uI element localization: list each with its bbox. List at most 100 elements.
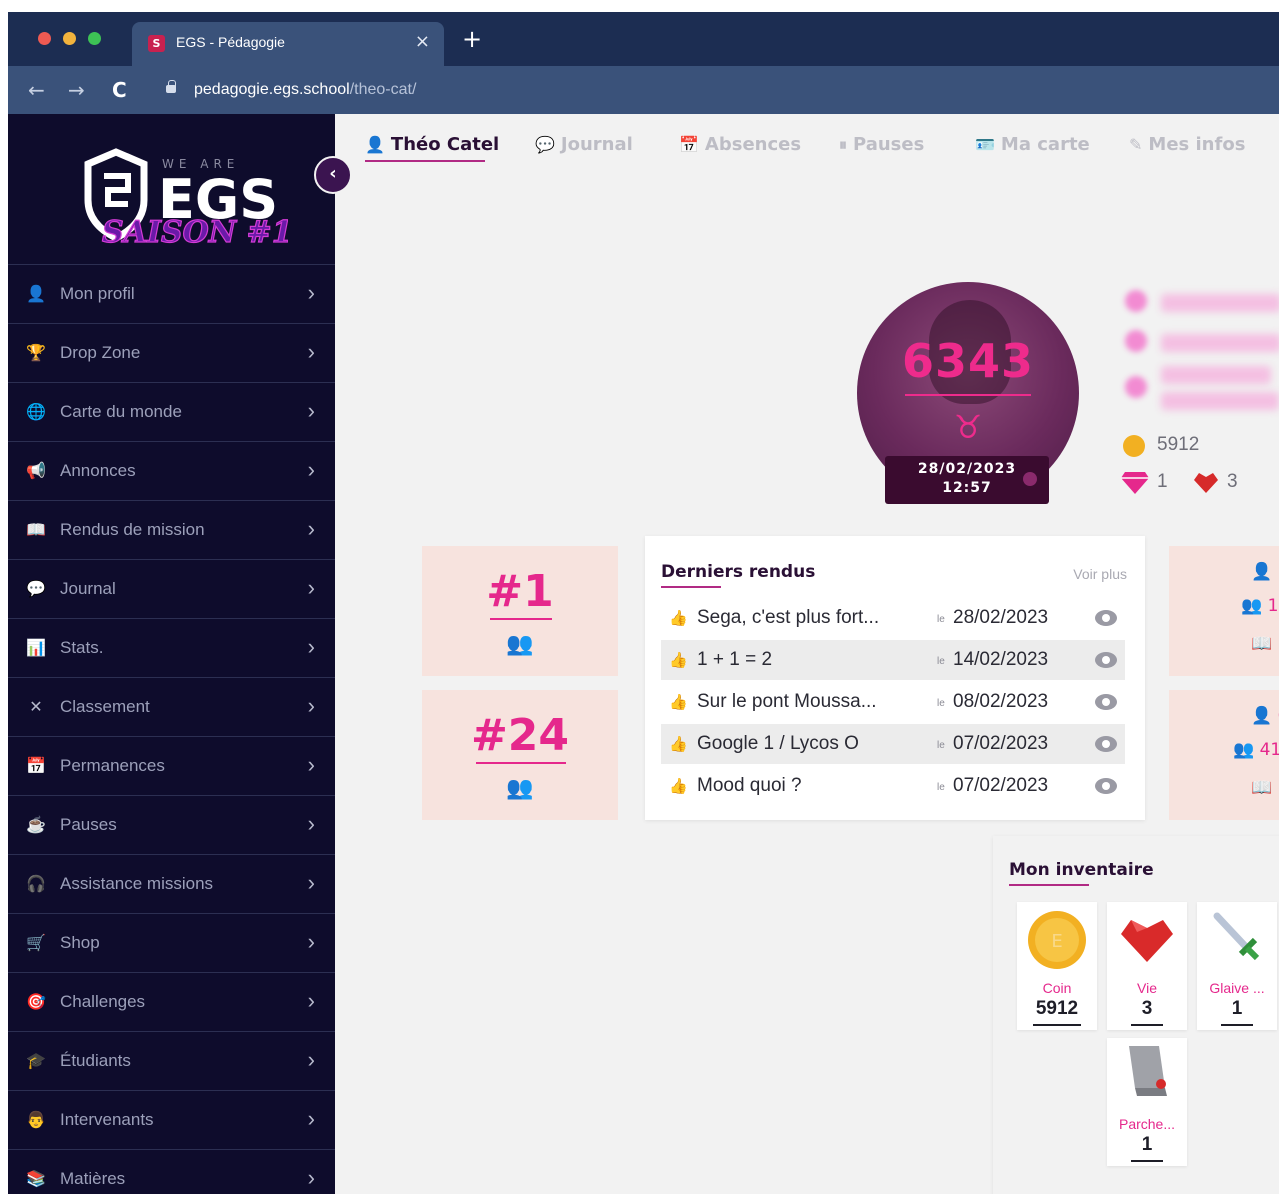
eye-icon[interactable] [1095,778,1117,794]
inventory-item-scroll[interactable]: Parche... 1 [1107,1038,1187,1166]
coin-icon: E [1028,911,1086,969]
coin-icon [1123,435,1145,457]
sidebar-item-classement[interactable]: ✕ Classement › [8,677,335,736]
recent-row[interactable]: 👍 1 + 1 = 2 le 14/02/2023 [661,640,1125,680]
eye-icon[interactable] [1095,652,1117,668]
recent-row[interactable]: 👍 Mood quoi ? le 07/02/2023 [661,766,1125,806]
chevron-right-icon: › [307,988,315,1013]
close-window-light[interactable] [38,32,51,45]
sidebar-item-label: Classement [60,697,150,716]
sidebar-item-label: Journal [60,579,116,598]
inventory-item-life[interactable]: Vie 3 [1107,902,1187,1030]
item-label: Parche... [1118,1116,1176,1132]
submission-name: 1 + 1 = 2 [697,649,773,670]
chat-icon: 💬 [26,581,46,598]
swords-icon: ✕ [29,699,43,716]
sidebar-item-mon-profil[interactable]: 👤 Mon profil › [8,264,335,323]
sidebar-item-label: Étudiants [60,1051,131,1070]
blurred-info-line [1161,294,1279,312]
tab-théo-catel[interactable]: 👤 Théo Catel [365,134,499,155]
url-path: /theo-cat/ [349,81,417,98]
close-tab-icon[interactable]: × [415,31,430,52]
minimize-window-light[interactable] [63,32,76,45]
heart-value: 3 [1227,471,1238,492]
url-field[interactable]: pedagogie.egs.school/theo-cat/ [154,76,1274,106]
sidebar-item-permanences[interactable]: 📅 Permanences › [8,736,335,795]
sidebar-item-challenges[interactable]: 🎯 Challenges › [8,972,335,1031]
chevron-right-icon: › [307,634,315,659]
date-prefix: le [937,698,945,709]
sidebar-item-rendus-de-mission[interactable]: 📖 Rendus de mission › [8,500,335,559]
rank-underline [490,618,552,620]
rank-card-group[interactable]: #24 👥 [422,690,618,820]
rank-value: #1 [486,566,554,617]
inventory-item-sword[interactable]: Glaive ... 1 [1197,902,1277,1030]
sidebar: WE ARE EGS SAISON #1 👤 Mon profil › 🏆 Drop Z… [8,114,335,1194]
inventory-card: Mon inventaire E Coin 5912 Vie 3 Glaive … [993,836,1279,1194]
sidebar-item-label: Rendus de mission [60,520,205,539]
chevron-right-icon: › [307,693,315,718]
url-text: pedagogie.egs.school/theo-cat/ [194,81,416,99]
tab-absences[interactable]: 📅 Absences [679,134,801,155]
stats-icon: 📊 [26,640,46,657]
recent-row[interactable]: 👍 Sega, c'est plus fort... le 28/02/2023 [661,598,1125,638]
tab-pauses[interactable]: ⏸ Pauses [839,134,924,155]
recent-row[interactable]: 👍 Google 1 / Lycos O le 07/02/2023 [661,724,1125,764]
announce-icon: 📢 [26,463,46,480]
inventory-item-coin[interactable]: E Coin 5912 [1017,902,1097,1030]
gem-small-icon [1023,472,1037,486]
rank-underline [476,762,566,764]
recent-submissions-card: Derniers rendus Voir plus 👍 Sega, c'est p… [645,536,1145,820]
chevron-right-icon: › [307,929,315,954]
recent-row[interactable]: 👍 Sur le pont Moussa... le 08/02/2023 [661,682,1125,722]
trophy-icon: 🏆 [26,345,46,362]
sidebar-item-pauses[interactable]: ☕ Pauses › [8,795,335,854]
rank-card-individual[interactable]: #1 👥 [422,546,618,676]
reload-button[interactable]: C [112,78,127,102]
new-tab-button[interactable]: + [462,27,482,51]
sidebar-item-stats[interactable]: 📊 Stats. › [8,618,335,677]
forward-button[interactable]: → [68,78,85,102]
see-more-link[interactable]: Voir plus [1073,566,1127,582]
blurred-info-icon [1125,290,1147,312]
stats-card-top[interactable]: 👤 1 👥 1, 📖 [1169,546,1279,676]
sidebar-item-drop-zone[interactable]: 🏆 Drop Zone › [8,323,335,382]
sidebar-item-label: Mon profil [60,284,135,303]
sidebar-item-matières[interactable]: 📚 Matières › [8,1149,335,1194]
book-icon: 📖 [1251,634,1273,654]
submission-name: Sur le pont Moussa... [697,691,877,712]
logo-season-text: SAISON #1 [102,215,288,250]
profile-tabs: 👤 Théo Catel 💬 Journal 📅 Absences ⏸ Pauses 🪪 Ma c… [335,114,1279,174]
tab-journal[interactable]: 💬 Journal [535,134,633,155]
sidebar-item-label: Permanences [60,756,165,775]
date-prefix: le [937,740,945,751]
chevron-right-icon: › [307,575,315,600]
chevron-right-icon: › [307,457,315,482]
sidebar-item-label: Stats. [60,638,104,657]
sidebar-item-annonces[interactable]: 📢 Annonces › [8,441,335,500]
back-button[interactable]: ← [28,78,45,102]
sword-icon [1213,912,1260,961]
eye-icon[interactable] [1095,610,1117,626]
stats-card-bottom[interactable]: 👤 6 👥 41 📖 [1169,690,1279,820]
eye-icon[interactable] [1095,694,1117,710]
sidebar-item-shop[interactable]: 🛒 Shop › [8,913,335,972]
maximize-window-light[interactable] [88,32,101,45]
collapse-sidebar-button[interactable]: ‹ [314,156,352,194]
browser-tab[interactable]: S EGS - Pédagogie × [132,22,444,66]
sidebar-item-intervenants[interactable]: 👨 Intervenants › [8,1090,335,1149]
item-quantity: 5912 [1035,998,1079,1019]
submission-name: Google 1 / Lycos O [697,733,859,754]
blurred-info-line [1161,392,1279,410]
egs-logo[interactable]: WE ARE EGS SAISON #1 [78,142,293,252]
item-label: Vie [1137,980,1157,996]
eye-icon[interactable] [1095,736,1117,752]
item-label: Coin [1042,980,1072,996]
sidebar-item-assistance-missions[interactable]: 🎧 Assistance missions › [8,854,335,913]
tab-ma-carte[interactable]: 🪪 Ma carte [975,134,1090,155]
sidebar-item-carte-du-monde[interactable]: 🌐 Carte du monde › [8,382,335,441]
sidebar-item-étudiants[interactable]: 🎓 Étudiants › [8,1031,335,1090]
stats-line-group: 👥 1, [1241,596,1279,616]
sidebar-item-journal[interactable]: 💬 Journal › [8,559,335,618]
tab-mes-infos[interactable]: ✎ Mes infos [1129,134,1245,155]
